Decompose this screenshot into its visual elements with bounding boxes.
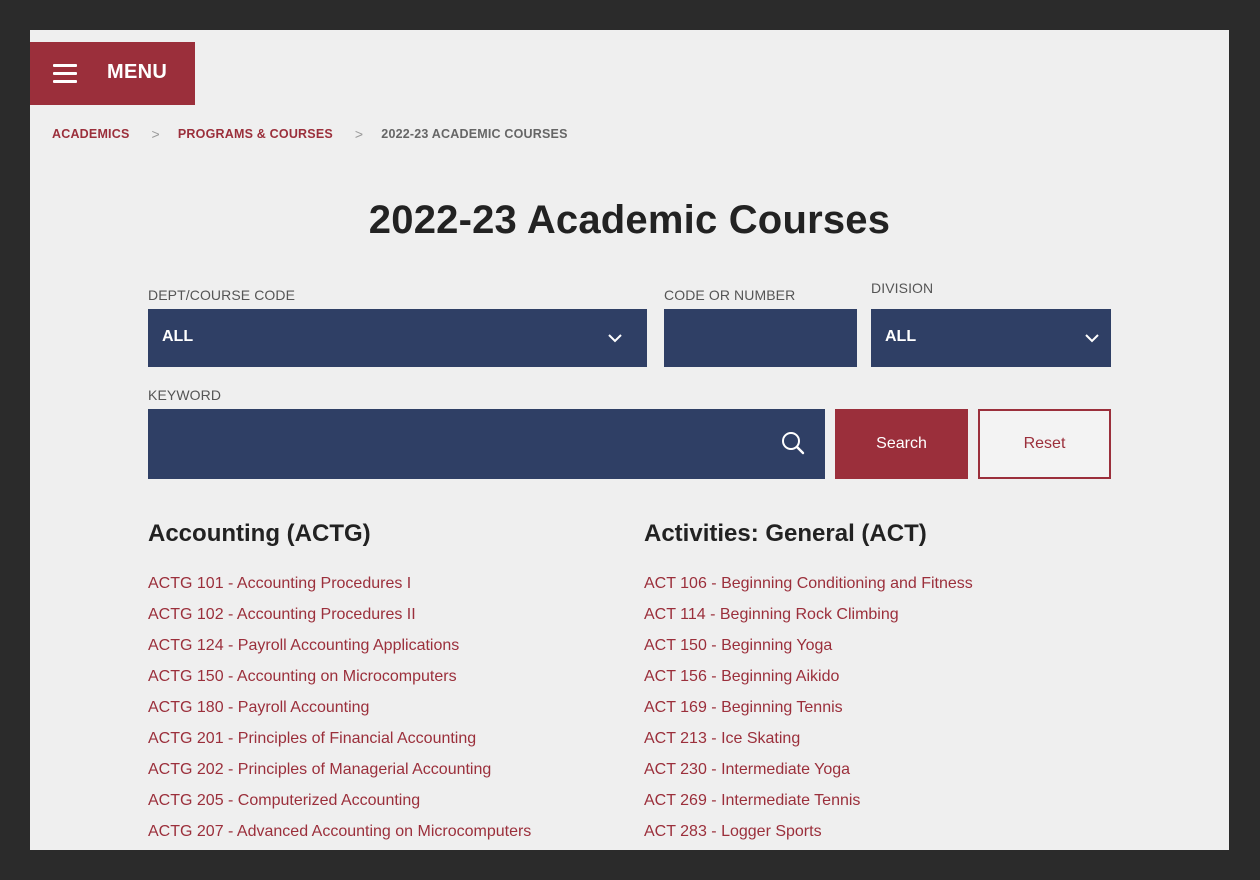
course-link[interactable]: ACTG 102 - Accounting Procedures II	[148, 606, 531, 637]
dept-course-code-select[interactable]: ALL	[148, 309, 647, 367]
course-link[interactable]: ACT 230 - Intermediate Yoga	[644, 761, 973, 792]
breadcrumb-programs-courses[interactable]: PROGRAMS & COURSES	[178, 127, 333, 141]
dept-course-code-label: DEPT/COURSE CODE	[148, 287, 296, 303]
course-link[interactable]: ACTG 101 - Accounting Procedures I	[148, 575, 531, 606]
course-link[interactable]: ACT 114 - Beginning Rock Climbing	[644, 606, 973, 637]
page: MENU ACADEMICS > PROGRAMS & COURSES > 20…	[30, 30, 1229, 850]
breadcrumb-academics[interactable]: ACADEMICS	[52, 127, 130, 141]
chevron-down-icon	[608, 334, 622, 343]
course-link[interactable]: ACTG 180 - Payroll Accounting	[148, 699, 531, 730]
course-link[interactable]: ACTG 207 - Advanced Accounting on Microc…	[148, 823, 531, 850]
code-or-number-input[interactable]	[664, 309, 857, 367]
breadcrumb: ACADEMICS > PROGRAMS & COURSES > 2022-23…	[52, 126, 568, 142]
course-link[interactable]: ACT 156 - Beginning Aikido	[644, 668, 973, 699]
hamburger-icon	[53, 64, 77, 84]
course-link[interactable]: ACT 213 - Ice Skating	[644, 730, 973, 761]
course-link[interactable]: ACTG 205 - Computerized Accounting	[148, 792, 531, 823]
division-select[interactable]: ALL	[871, 309, 1111, 367]
keyword-field	[148, 409, 825, 479]
section-title: Activities: General (ACT)	[644, 520, 927, 547]
chevron-down-icon	[1085, 334, 1099, 343]
page-title: 2022-23 Academic Courses	[368, 198, 891, 242]
section-title: Accounting (ACTG)	[148, 520, 371, 547]
division-value: ALL	[885, 328, 917, 345]
chevron-right-icon: >	[354, 126, 364, 142]
reset-button[interactable]: Reset	[978, 409, 1111, 479]
division-label: DIVISION	[871, 280, 934, 296]
dept-course-code-value: ALL	[162, 328, 194, 345]
keyword-label: KEYWORD	[148, 387, 222, 403]
search-button[interactable]: Search	[835, 409, 968, 479]
course-list: ACT 106 - Beginning Conditioning and Fit…	[644, 575, 973, 850]
course-list: ACTG 101 - Accounting Procedures I ACTG …	[148, 575, 531, 850]
breadcrumb-current: 2022-23 ACADEMIC COURSES	[381, 127, 568, 141]
course-link[interactable]: ACT 283 - Logger Sports	[644, 823, 973, 850]
course-link[interactable]: ACTG 202 - Principles of Managerial Acco…	[148, 761, 531, 792]
accounting-section: Accounting (ACTG) ACTG 101 - Accounting …	[148, 520, 618, 840]
code-or-number-label: CODE OR NUMBER	[664, 287, 796, 303]
course-link[interactable]: ACTG 124 - Payroll Accounting Applicatio…	[148, 637, 531, 668]
course-link[interactable]: ACT 106 - Beginning Conditioning and Fit…	[644, 575, 973, 606]
chevron-right-icon: >	[151, 126, 160, 142]
course-link[interactable]: ACTG 150 - Accounting on Microcomputers	[148, 668, 531, 699]
course-link[interactable]: ACT 150 - Beginning Yoga	[644, 637, 973, 668]
menu-label: MENU	[107, 61, 168, 83]
course-link[interactable]: ACTG 201 - Principles of Financial Accou…	[148, 730, 531, 761]
menu-button[interactable]: MENU	[30, 42, 195, 105]
search-icon[interactable]	[781, 431, 805, 455]
activities-general-section: Activities: General (ACT) ACT 106 - Begi…	[644, 520, 1114, 840]
keyword-input[interactable]	[148, 409, 768, 479]
course-link[interactable]: ACT 169 - Beginning Tennis	[644, 699, 973, 730]
course-link[interactable]: ACT 269 - Intermediate Tennis	[644, 792, 973, 823]
